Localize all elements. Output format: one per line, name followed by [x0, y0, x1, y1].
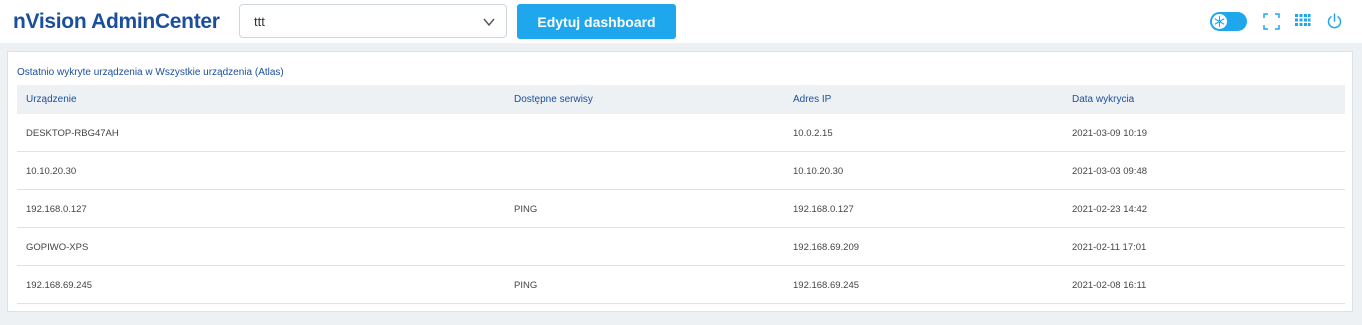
theme-toggle[interactable]	[1210, 12, 1247, 31]
cell-ip: 10.10.20.30	[793, 166, 844, 177]
table-row[interactable]: 192.168.69.245 PING 192.168.69.245 2021-…	[17, 266, 1345, 304]
recent-devices-panel: Ostatnio wykryte urządzenia w Wszystkie …	[7, 51, 1353, 312]
table-row[interactable]: DESKTOP-RBG47AH 10.0.2.15 2021-03-09 10:…	[17, 114, 1345, 152]
cell-date: 2021-03-03 09:48	[1072, 166, 1148, 177]
cell-ip: 192.168.69.245	[793, 280, 860, 291]
dashboard-select[interactable]: ttt	[239, 4, 507, 38]
apps-grid-icon[interactable]	[1294, 13, 1311, 30]
cell-services: PING	[514, 280, 538, 291]
cell-services: PING	[514, 204, 538, 215]
cell-device: GOPIWO-XPS	[26, 242, 89, 253]
top-bar: nVision AdminCenter ttt Edytuj dashboard	[0, 0, 1362, 43]
cell-date: 2021-02-11 17:01	[1072, 242, 1147, 253]
cell-device: 192.168.0.127	[26, 204, 87, 215]
app-logo: nVision AdminCenter	[13, 10, 220, 33]
table-row[interactable]: 192.168.0.127 PING 192.168.0.127 2021-02…	[17, 190, 1345, 228]
edit-dashboard-button[interactable]: Edytuj dashboard	[517, 4, 676, 39]
cell-date: 2021-03-09 10:19	[1072, 128, 1148, 139]
cell-date: 2021-02-08 16:11	[1072, 280, 1147, 291]
table-row[interactable]: 10.10.20.30 10.10.20.30 2021-03-03 09:48	[17, 152, 1345, 190]
column-header-services[interactable]: Dostępne serwisy	[514, 94, 593, 105]
cell-ip: 192.168.0.127	[793, 204, 854, 215]
cell-device: DESKTOP-RBG47AH	[26, 128, 119, 139]
column-header-device[interactable]: Urządzenie	[26, 94, 77, 105]
cell-device: 10.10.20.30	[26, 166, 77, 177]
table-row[interactable]: GOPIWO-XPS 192.168.69.209 2021-02-11 17:…	[17, 228, 1345, 266]
theme-toggle-knob	[1211, 13, 1228, 30]
column-header-ip[interactable]: Adres IP	[793, 94, 831, 105]
dashboard-select-value: ttt	[254, 14, 265, 29]
cell-ip: 10.0.2.15	[793, 128, 833, 139]
cell-ip: 192.168.69.209	[793, 242, 860, 253]
snowflake-icon	[1214, 15, 1225, 28]
chevron-down-icon	[483, 18, 495, 27]
cell-date: 2021-02-23 14:42	[1072, 204, 1148, 215]
panel-title: Ostatnio wykryte urządzenia w Wszystkie …	[17, 67, 284, 78]
cell-device: 192.168.69.245	[26, 280, 93, 291]
fullscreen-icon[interactable]	[1263, 13, 1280, 30]
power-icon[interactable]	[1326, 13, 1343, 30]
table-header: Urządzenie Dostępne serwisy Adres IP Dat…	[17, 85, 1345, 114]
column-header-date[interactable]: Data wykrycia	[1072, 94, 1134, 105]
